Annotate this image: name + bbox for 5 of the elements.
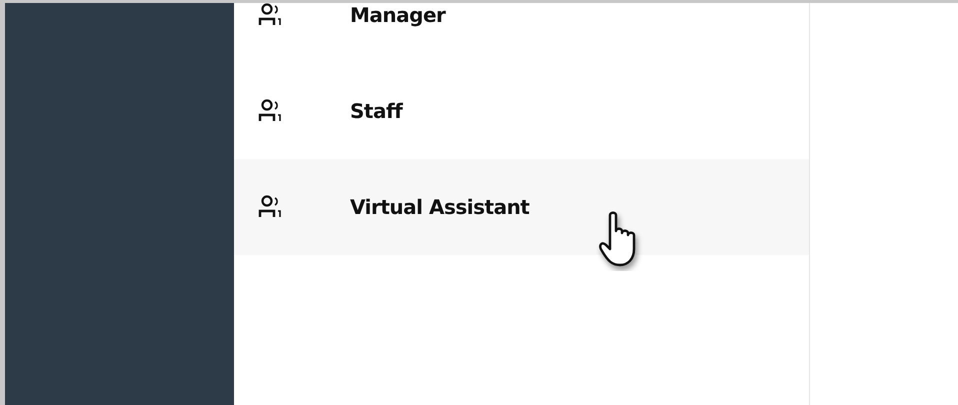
menu-item[interactable]: Staff	[234, 63, 809, 159]
menu-item[interactable]: Manager	[234, 3, 809, 63]
users-icon	[258, 99, 284, 123]
users-icon	[258, 195, 284, 219]
users-icon	[258, 3, 284, 27]
